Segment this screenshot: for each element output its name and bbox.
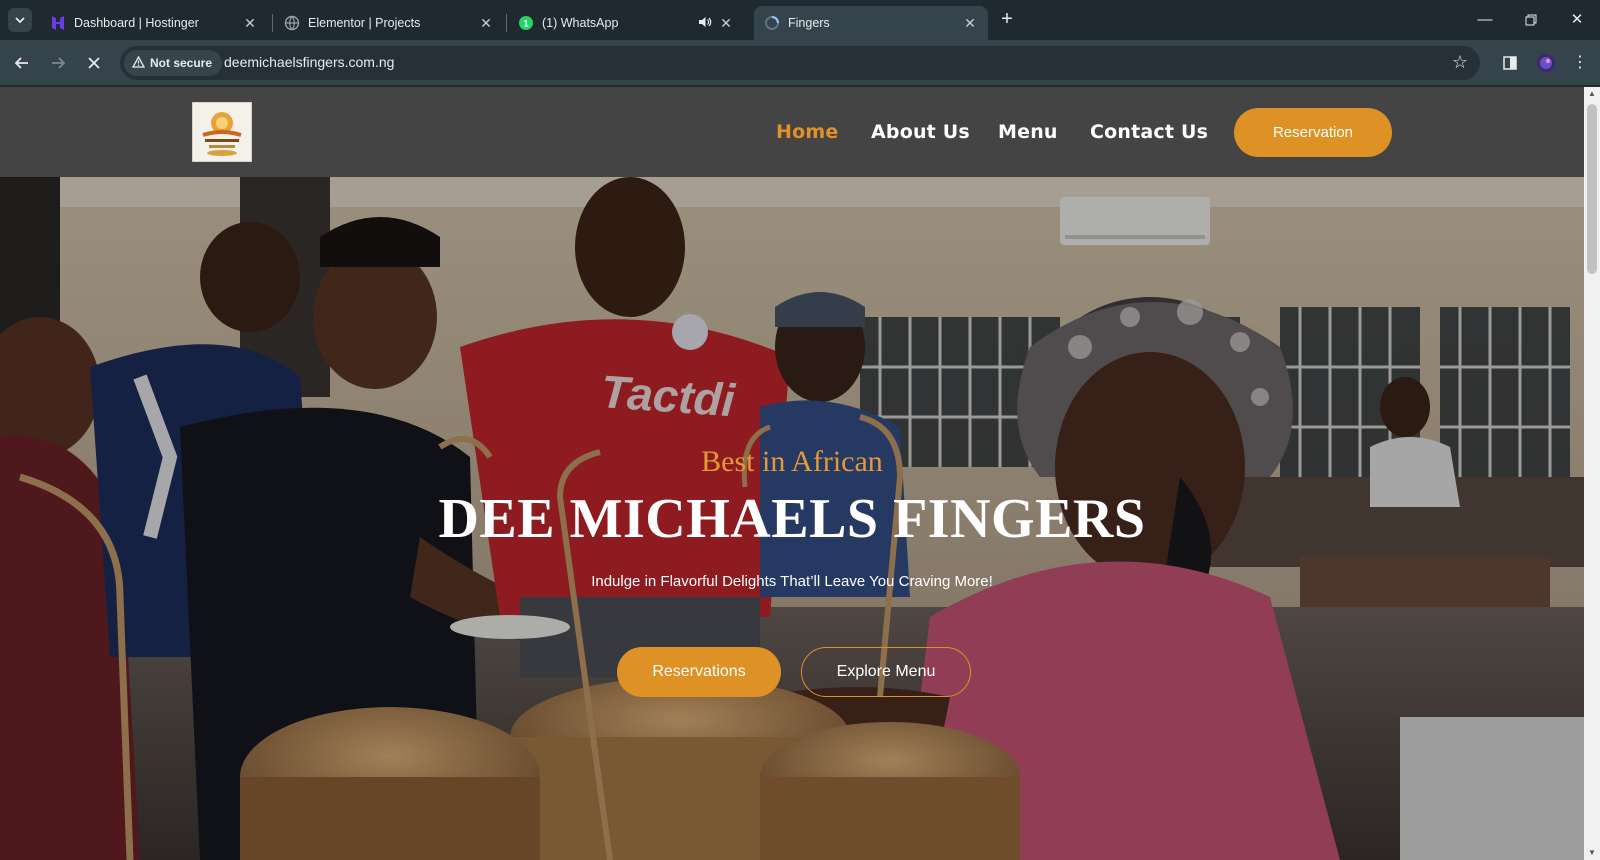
side-panel-icon[interactable] bbox=[1498, 51, 1522, 75]
explore-menu-button[interactable]: Explore Menu bbox=[801, 647, 971, 697]
reservation-button[interactable]: Reservation bbox=[1234, 108, 1392, 157]
tab-divider bbox=[272, 14, 273, 32]
nav-contact-us[interactable]: Contact Us bbox=[1090, 121, 1208, 143]
web-page: Home About Us Menu Contact Us Reservatio… bbox=[0, 87, 1584, 860]
tab-elementor[interactable]: Elementor | Projects ✕ bbox=[274, 6, 504, 40]
globe-icon bbox=[284, 15, 300, 31]
url-text[interactable]: deemichaelsfingers.com.ng bbox=[224, 54, 394, 70]
tab-title: (1) WhatsApp bbox=[542, 16, 619, 30]
tab-title: Elementor | Projects bbox=[308, 16, 421, 30]
address-bar[interactable]: Not secure deemichaelsfingers.com.ng ☆ bbox=[120, 46, 1480, 80]
nav-about-us[interactable]: About Us bbox=[871, 121, 970, 143]
close-tab-icon[interactable]: ✕ bbox=[962, 15, 978, 32]
tab-title: Dashboard | Hostinger bbox=[74, 16, 199, 30]
tab-whatsapp[interactable]: 1 (1) WhatsApp ✕ bbox=[508, 6, 744, 40]
scrollbar-thumb[interactable] bbox=[1587, 104, 1597, 274]
hero-section: Tactdi Best in African DEE MICHAELS FING… bbox=[0, 177, 1584, 860]
hero-subtitle: Indulge in Flavorful Delights That’ll Le… bbox=[591, 573, 993, 590]
kebab-menu-icon[interactable]: ⋮ bbox=[1568, 51, 1592, 75]
tab-divider bbox=[506, 14, 507, 32]
nav-home[interactable]: Home bbox=[776, 121, 838, 143]
whatsapp-icon: 1 bbox=[518, 15, 534, 31]
tab-search-button[interactable] bbox=[8, 8, 32, 32]
minimize-icon[interactable]: — bbox=[1470, 8, 1500, 32]
tab-fingers[interactable]: Fingers ✕ bbox=[754, 6, 988, 40]
new-tab-button[interactable]: + bbox=[996, 9, 1018, 31]
site-header: Home About Us Menu Contact Us Reservatio… bbox=[0, 87, 1584, 177]
close-tab-icon[interactable]: ✕ bbox=[718, 15, 734, 32]
security-chip[interactable]: Not secure bbox=[124, 50, 223, 76]
scroll-up-arrow-icon[interactable]: ▲ bbox=[1588, 90, 1596, 98]
hero-title: DEE MICHAELS FINGERS bbox=[438, 488, 1146, 550]
close-tab-icon[interactable]: ✕ bbox=[242, 15, 258, 32]
bookmark-star-icon[interactable]: ☆ bbox=[1452, 52, 1468, 73]
browser-tab-bar: Dashboard | Hostinger ✕ Elementor | Proj… bbox=[0, 0, 1600, 40]
loading-spinner-icon bbox=[764, 15, 780, 31]
reservations-button[interactable]: Reservations bbox=[617, 647, 781, 697]
close-window-icon[interactable]: ✕ bbox=[1562, 8, 1592, 32]
stop-loading-icon[interactable] bbox=[82, 51, 106, 75]
hero-eyebrow: Best in African bbox=[701, 445, 883, 478]
restore-icon[interactable] bbox=[1516, 8, 1546, 32]
back-arrow-icon[interactable] bbox=[10, 51, 34, 75]
svg-text:1: 1 bbox=[523, 19, 528, 29]
tab-hostinger[interactable]: Dashboard | Hostinger ✕ bbox=[40, 6, 268, 40]
security-label: Not secure bbox=[150, 56, 213, 70]
browser-toolbar: Not secure deemichaelsfingers.com.ng ☆ ⋮ bbox=[0, 40, 1600, 86]
forward-arrow-icon[interactable] bbox=[46, 51, 70, 75]
warning-triangle-icon bbox=[131, 55, 146, 71]
scroll-down-arrow-icon[interactable]: ▼ bbox=[1588, 849, 1596, 857]
hostinger-icon bbox=[50, 15, 66, 31]
restaurant-logo-icon bbox=[202, 112, 242, 156]
nav-menu[interactable]: Menu bbox=[998, 121, 1058, 143]
speaker-icon[interactable] bbox=[698, 15, 712, 32]
tab-title: Fingers bbox=[788, 16, 830, 30]
close-tab-icon[interactable]: ✕ bbox=[478, 15, 494, 32]
site-logo[interactable] bbox=[192, 102, 252, 162]
page-scrollbar[interactable]: ▲ ▼ bbox=[1584, 87, 1600, 860]
chevron-down-icon bbox=[15, 17, 25, 24]
profile-avatar[interactable] bbox=[1534, 51, 1558, 75]
